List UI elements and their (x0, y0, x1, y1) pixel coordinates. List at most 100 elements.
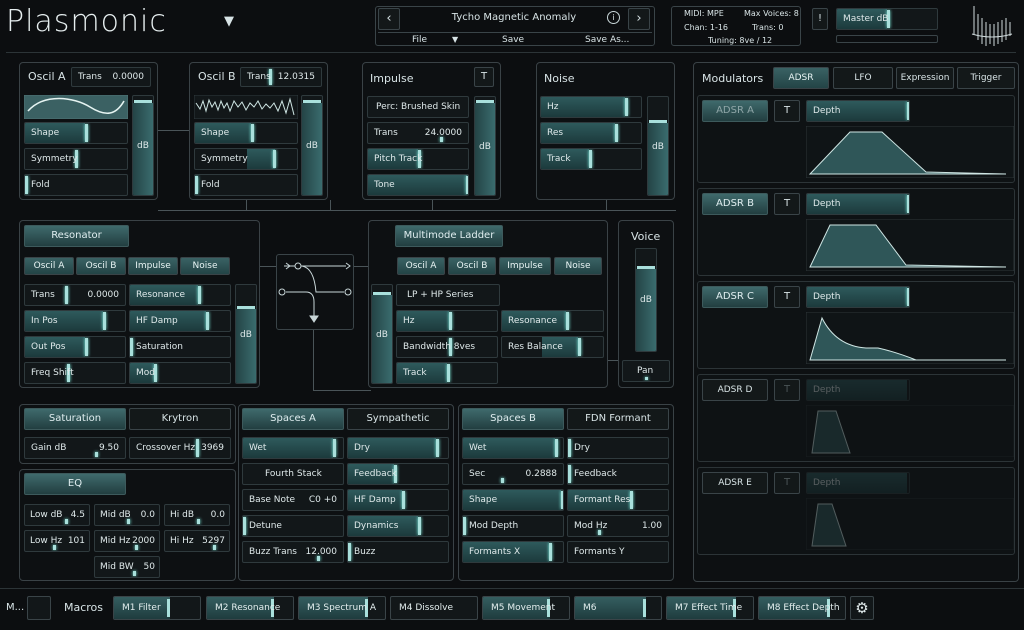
resonator-src-noise[interactable]: Noise (180, 257, 230, 275)
ladder-mode[interactable]: LP + HP Series (396, 284, 500, 306)
resonator-resonance[interactable]: Resonance (129, 284, 231, 306)
adsr-e-trigger-button[interactable]: T (774, 472, 800, 494)
impulse-db-fader[interactable]: dB (474, 96, 496, 196)
spaces-a-base-note[interactable]: Base Note C0 +0 (242, 489, 344, 511)
file-menu[interactable]: File (412, 35, 427, 45)
impulse-pitch-track[interactable]: Pitch Track (367, 148, 469, 170)
resonator-out-pos[interactable]: Out Pos (24, 336, 126, 358)
ladder-resonance[interactable]: Resonance (501, 310, 604, 332)
midi-mode[interactable]: MIDI: MPE (684, 9, 724, 18)
spaces-b-sec[interactable]: Sec 0.2888 (462, 463, 564, 485)
macros-menu[interactable]: M... (6, 602, 24, 613)
info-icon[interactable]: i (607, 11, 620, 24)
tuning[interactable]: Tuning: 8ve / 12 (708, 36, 772, 45)
eq-mid-bw[interactable]: Mid BW 50 (94, 556, 160, 578)
spaces-b-wet[interactable]: Wet (462, 437, 564, 459)
voice-db-fader[interactable]: dB (635, 248, 657, 352)
ladder-src-oscil-b[interactable]: Oscil B (448, 257, 496, 275)
eq-toggle[interactable]: EQ (24, 473, 126, 495)
adsr-b-trigger-button[interactable]: T (774, 193, 800, 215)
saturation-toggle[interactable]: Saturation (24, 408, 126, 430)
spaces-b-toggle[interactable]: Spaces B (462, 408, 564, 430)
resonator-src-impulse[interactable]: Impulse (128, 257, 178, 275)
resonator-mod[interactable]: Mod (129, 362, 231, 384)
spaces-a-type[interactable]: Sympathetic (347, 408, 449, 430)
ladder-bandwidth[interactable]: Bandwidth 8ves (396, 336, 498, 358)
macro-3[interactable]: M3 Spectrum A (298, 596, 386, 620)
adsr-b-toggle[interactable]: ADSR B (702, 193, 768, 215)
ladder-src-oscil-a[interactable]: Oscil A (397, 257, 445, 275)
eq-mid-db[interactable]: Mid dB 0.0 (94, 504, 160, 526)
spaces-b-formant-res[interactable]: Formant Res (567, 489, 669, 511)
ladder-toggle[interactable]: Multimode Ladder (395, 225, 503, 247)
macro-6[interactable]: M6 (574, 596, 662, 620)
preset-name[interactable]: Tycho Magnetic Anomaly (404, 12, 624, 23)
impulse-trigger-button[interactable]: T (474, 67, 494, 87)
resonator-hf-damp[interactable]: HF Damp (129, 310, 231, 332)
adsr-d-toggle[interactable]: ADSR D (702, 379, 768, 401)
eq-mid-hz[interactable]: Mid Hz 2000 (94, 530, 160, 552)
impulse-tone[interactable]: Tone (367, 174, 469, 196)
oscil-b-db-fader[interactable]: dB (301, 95, 323, 196)
voice-pan[interactable]: Pan (622, 360, 670, 382)
resonator-freq-shift[interactable]: Freq Shift (24, 362, 126, 384)
save-button[interactable]: Save (502, 35, 524, 45)
oscil-a-fold[interactable]: Fold (24, 174, 128, 196)
macro-7[interactable]: M7 Effect Time (666, 596, 754, 620)
spaces-a-toggle[interactable]: Spaces A (242, 408, 344, 430)
macro-learn-button[interactable] (27, 596, 51, 620)
noise-track[interactable]: Track (540, 148, 642, 170)
macro-4[interactable]: M4 Dissolve (390, 596, 478, 620)
spaces-a-feedback[interactable]: Feedback (347, 463, 449, 485)
impulse-trans[interactable]: Trans 24.0000 (367, 122, 469, 144)
spaces-b-formants-y[interactable]: Formants Y (567, 541, 669, 563)
adsr-c-envelope[interactable] (806, 312, 1014, 364)
global-trans[interactable]: Trans: 0 (752, 23, 783, 32)
spaces-a-buzz[interactable]: Buzz (347, 541, 449, 563)
tab-lfo[interactable]: LFO (833, 67, 893, 89)
tab-adsr[interactable]: ADSR (773, 67, 829, 89)
eq-hi-hz[interactable]: Hi Hz 5297 (164, 530, 230, 552)
settings-gear-icon[interactable]: ⚙ (850, 596, 874, 620)
adsr-a-toggle[interactable]: ADSR A (702, 100, 768, 122)
oscil-b-symmetry[interactable]: Symmetry (194, 148, 298, 170)
file-menu-chevron-icon[interactable]: ▼ (452, 35, 458, 44)
resonator-src-oscil-b[interactable]: Oscil B (76, 257, 126, 275)
eq-low-hz[interactable]: Low Hz 101 (24, 530, 90, 552)
ladder-track[interactable]: Track (396, 362, 498, 384)
ladder-res-balance[interactable]: Res Balance (501, 336, 604, 358)
spaces-a-fourth-stack[interactable]: Fourth Stack (242, 463, 344, 485)
ladder-hz[interactable]: Hz (396, 310, 498, 332)
macro-8[interactable]: M8 Effect Depth (758, 596, 846, 620)
adsr-b-depth[interactable]: Depth (806, 193, 910, 215)
spaces-b-mod-hz[interactable]: Mod Hz 1.00 (567, 515, 669, 537)
next-preset-button[interactable]: › (628, 8, 650, 30)
noise-db-fader[interactable]: dB (647, 96, 669, 196)
saturation-crossover[interactable]: Crossover Hz 3969 (129, 437, 231, 459)
spaces-a-detune[interactable]: Detune (242, 515, 344, 537)
spaces-b-formants-x[interactable]: Formants X (462, 541, 564, 563)
oscil-a-db-fader[interactable]: dB (132, 95, 154, 196)
resonator-in-pos[interactable]: In Pos (24, 310, 126, 332)
adsr-b-envelope[interactable] (806, 219, 1014, 271)
saturation-type[interactable]: Krytron (129, 408, 231, 430)
eq-hi-db[interactable]: Hi dB 0.0 (164, 504, 230, 526)
adsr-d-trigger-button[interactable]: T (774, 379, 800, 401)
adsr-e-toggle[interactable]: ADSR E (702, 472, 768, 494)
spaces-a-hf-damp[interactable]: HF Damp (347, 489, 449, 511)
spaces-b-shape[interactable]: Shape (462, 489, 564, 511)
adsr-c-trigger-button[interactable]: T (774, 286, 800, 308)
oscil-b-fold[interactable]: Fold (194, 174, 298, 196)
noise-hz[interactable]: Hz (540, 96, 642, 118)
title-dropdown-icon[interactable]: ▼ (224, 14, 234, 29)
tab-trigger[interactable]: Trigger (957, 67, 1015, 89)
spaces-a-dry[interactable]: Dry (347, 437, 449, 459)
adsr-e-envelope[interactable] (806, 498, 1014, 550)
adsr-a-envelope[interactable] (806, 126, 1014, 178)
spaces-b-feedback[interactable]: Feedback (567, 463, 669, 485)
resonator-db-fader[interactable]: dB (235, 284, 257, 384)
noise-res[interactable]: Res (540, 122, 642, 144)
spaces-a-buzz-trans[interactable]: Buzz Trans 12.000 (242, 541, 344, 563)
adsr-c-toggle[interactable]: ADSR C (702, 286, 768, 308)
tab-expression[interactable]: Expression (896, 67, 954, 89)
